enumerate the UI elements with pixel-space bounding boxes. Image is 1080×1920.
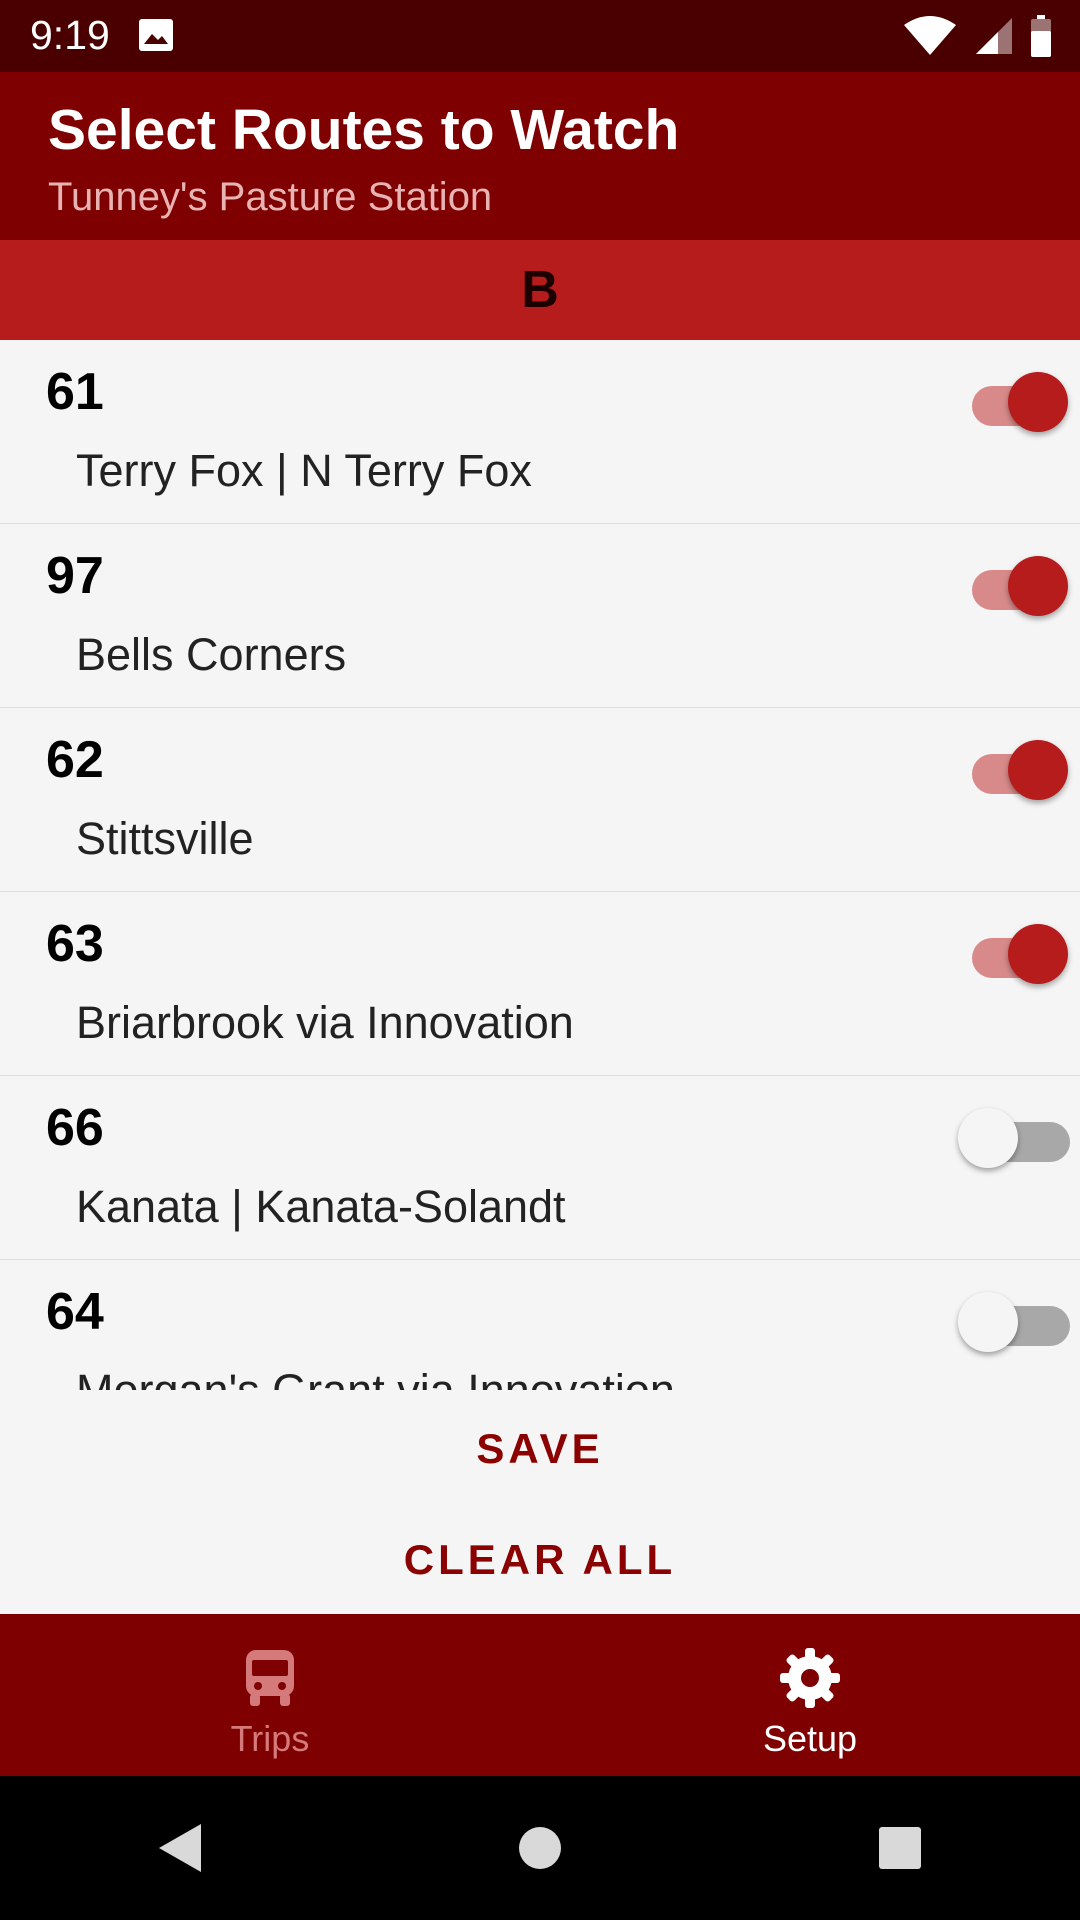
route-row[interactable]: 64 Morgan's Grant via Innovation: [0, 1260, 1080, 1390]
route-watch-toggle[interactable]: [958, 1286, 1070, 1358]
save-button[interactable]: SAVE: [0, 1425, 1080, 1473]
wifi-icon: [904, 16, 956, 55]
app-bar: Select Routes to Watch Tunney's Pasture …: [0, 72, 1080, 240]
route-watch-toggle[interactable]: [958, 366, 1070, 438]
route-watch-toggle[interactable]: [958, 550, 1070, 622]
route-name: Terry Fox | N Terry Fox: [76, 445, 532, 496]
recents-square-icon: [879, 1827, 921, 1869]
route-name: Briarbrook via Innovation: [76, 997, 574, 1048]
route-name: Morgan's Grant via Innovation: [76, 1368, 675, 1390]
route-number: 66: [46, 1099, 104, 1157]
route-number: 64: [46, 1283, 104, 1341]
route-row[interactable]: 63 Briarbrook via Innovation: [0, 892, 1080, 1076]
bus-icon: [246, 1650, 294, 1706]
route-watch-toggle[interactable]: [958, 918, 1070, 990]
page-title: Select Routes to Watch: [48, 98, 680, 162]
status-time: 9:19: [30, 12, 110, 58]
station-name: Tunney's Pasture Station: [48, 175, 493, 219]
route-number: 97: [46, 547, 104, 605]
route-number: 63: [46, 915, 104, 973]
route-name: Bells Corners: [76, 629, 347, 680]
route-name: Stittsville: [76, 813, 254, 864]
route-row[interactable]: 66 Kanata | Kanata-Solandt: [0, 1076, 1080, 1260]
cell-signal-icon: [976, 18, 1012, 54]
back-triangle-icon: [159, 1824, 201, 1872]
image-notification-icon: [139, 19, 173, 51]
route-row[interactable]: 61 Terry Fox | N Terry Fox: [0, 340, 1080, 524]
route-name: Kanata | Kanata-Solandt: [76, 1181, 566, 1232]
route-watch-toggle[interactable]: [958, 1102, 1070, 1174]
route-list[interactable]: 61 Terry Fox | N Terry Fox 97 Bells Corn…: [0, 340, 1080, 1390]
nav-item-setup[interactable]: Setup: [540, 1614, 1080, 1776]
home-circle-icon: [519, 1827, 561, 1869]
back-button[interactable]: [130, 1798, 230, 1898]
section-header: B: [0, 240, 1080, 340]
home-button[interactable]: [490, 1798, 590, 1898]
route-number: 62: [46, 731, 104, 789]
gear-icon: [780, 1648, 840, 1708]
clear-all-button[interactable]: CLEAR ALL: [0, 1536, 1080, 1584]
status-bar: 9:19: [0, 0, 1080, 72]
recents-button[interactable]: [850, 1798, 950, 1898]
nav-label-trips: Trips: [230, 1718, 310, 1759]
nav-item-trips[interactable]: Trips: [0, 1614, 540, 1776]
status-icons: [902, 14, 1052, 58]
route-number: 61: [46, 363, 104, 421]
nav-label-setup: Setup: [762, 1718, 858, 1759]
route-row[interactable]: 97 Bells Corners: [0, 524, 1080, 708]
bottom-nav: Trips Setup: [0, 1614, 1080, 1776]
system-nav-bar: [0, 1776, 1080, 1920]
route-row[interactable]: 62 Stittsville: [0, 708, 1080, 892]
route-watch-toggle[interactable]: [958, 734, 1070, 806]
battery-icon: [1031, 15, 1051, 57]
